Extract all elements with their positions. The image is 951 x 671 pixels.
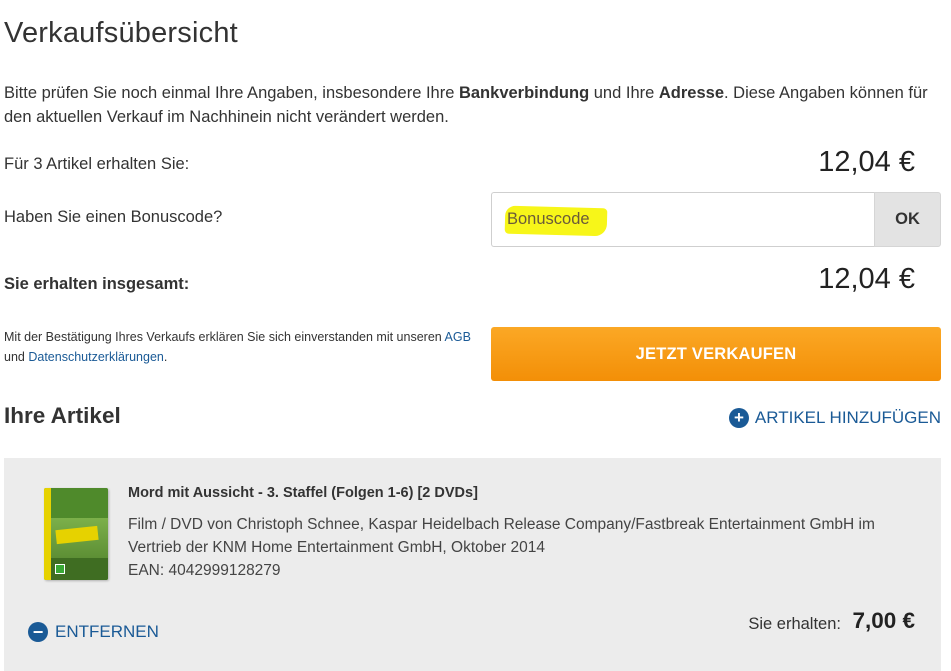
add-article-label: ARTIKEL HINZUFÜGEN	[754, 408, 941, 427]
intro-bank-bold: Bankverbindung	[458, 84, 590, 102]
page-title: Verkaufsübersicht	[4, 17, 238, 49]
sell-now-button[interactable]: JETZT VERKAUFEN	[491, 327, 941, 381]
article-receive-amount: 7,00 €	[852, 608, 915, 633]
marker-highlight	[504, 205, 608, 237]
intro-part-2: und Ihre	[589, 84, 659, 102]
legal-notice: Mit der Bestätigung Ihres Verkaufs erklä…	[4, 327, 474, 367]
articles-section-title: Ihre Artikel	[4, 403, 121, 428]
total-amount: 12,04 €	[818, 263, 915, 295]
intro-text: Bitte prüfen Sie noch einmal Ihre Angabe…	[4, 81, 944, 129]
article-details: Film / DVD von Christoph Schnee, Kaspar …	[128, 516, 875, 556]
items-count-label: Für 3 Artikel erhalten Sie:	[4, 155, 190, 173]
bonus-ok-button[interactable]: OK	[874, 192, 941, 247]
legal-text-3: .	[163, 350, 168, 364]
minus-circle-icon: −	[28, 622, 48, 642]
article-card: Mord mit Aussicht - 3. Staffel (Folgen 1…	[4, 458, 941, 671]
article-ean: EAN: 4042999128279	[128, 562, 281, 579]
remove-article-link[interactable]: − ENTFERNEN	[28, 622, 159, 642]
intro-part-1: Bitte prüfen Sie noch einmal Ihre Angabe…	[4, 84, 459, 102]
plus-circle-icon: +	[728, 408, 749, 428]
agb-link[interactable]: AGB	[445, 330, 471, 344]
items-amount: 12,04 €	[818, 146, 915, 178]
legal-text-1: Mit der Bestätigung Ihres Verkaufs erklä…	[4, 330, 445, 344]
dvd-cover-image	[44, 488, 108, 580]
intro-address-bold: Adresse	[658, 84, 724, 102]
privacy-link[interactable]: Datenschutzerklärungen	[28, 350, 164, 364]
legal-text-2: und	[4, 350, 29, 364]
article-description: Film / DVD von Christoph Schnee, Kaspar …	[128, 513, 928, 582]
remove-article-label: ENTFERNEN	[55, 622, 159, 641]
article-title: Mord mit Aussicht - 3. Staffel (Folgen 1…	[128, 485, 478, 501]
add-article-link[interactable]: + ARTIKEL HINZUFÜGEN	[728, 408, 941, 428]
total-label: Sie erhalten insgesamt:	[4, 275, 190, 293]
article-receive-label: Sie erhalten:	[748, 615, 841, 633]
bonus-code-label: Haben Sie einen Bonuscode?	[4, 208, 223, 226]
